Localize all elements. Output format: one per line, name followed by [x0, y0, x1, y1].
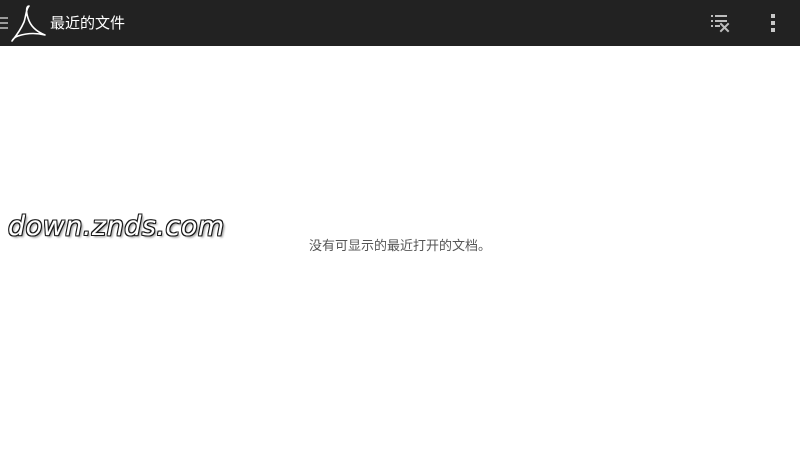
- clear-recent-button[interactable]: [698, 0, 742, 46]
- app-bar: 最近的文件: [0, 0, 800, 46]
- overflow-menu-button[interactable]: [752, 0, 796, 46]
- hamburger-icon: [0, 17, 8, 29]
- nav-drawer-button[interactable]: [0, 0, 46, 46]
- more-vertical-icon: [771, 14, 775, 32]
- page-title: 最近的文件: [50, 14, 126, 32]
- empty-state-message: 没有可显示的最近打开的文档。: [308, 239, 491, 254]
- adobe-reader-logo-icon: [11, 5, 46, 42]
- clear-recent-list-icon: [711, 15, 730, 33]
- recent-files-content: down.znds.com 没有可显示的最近打开的文档。: [0, 46, 800, 450]
